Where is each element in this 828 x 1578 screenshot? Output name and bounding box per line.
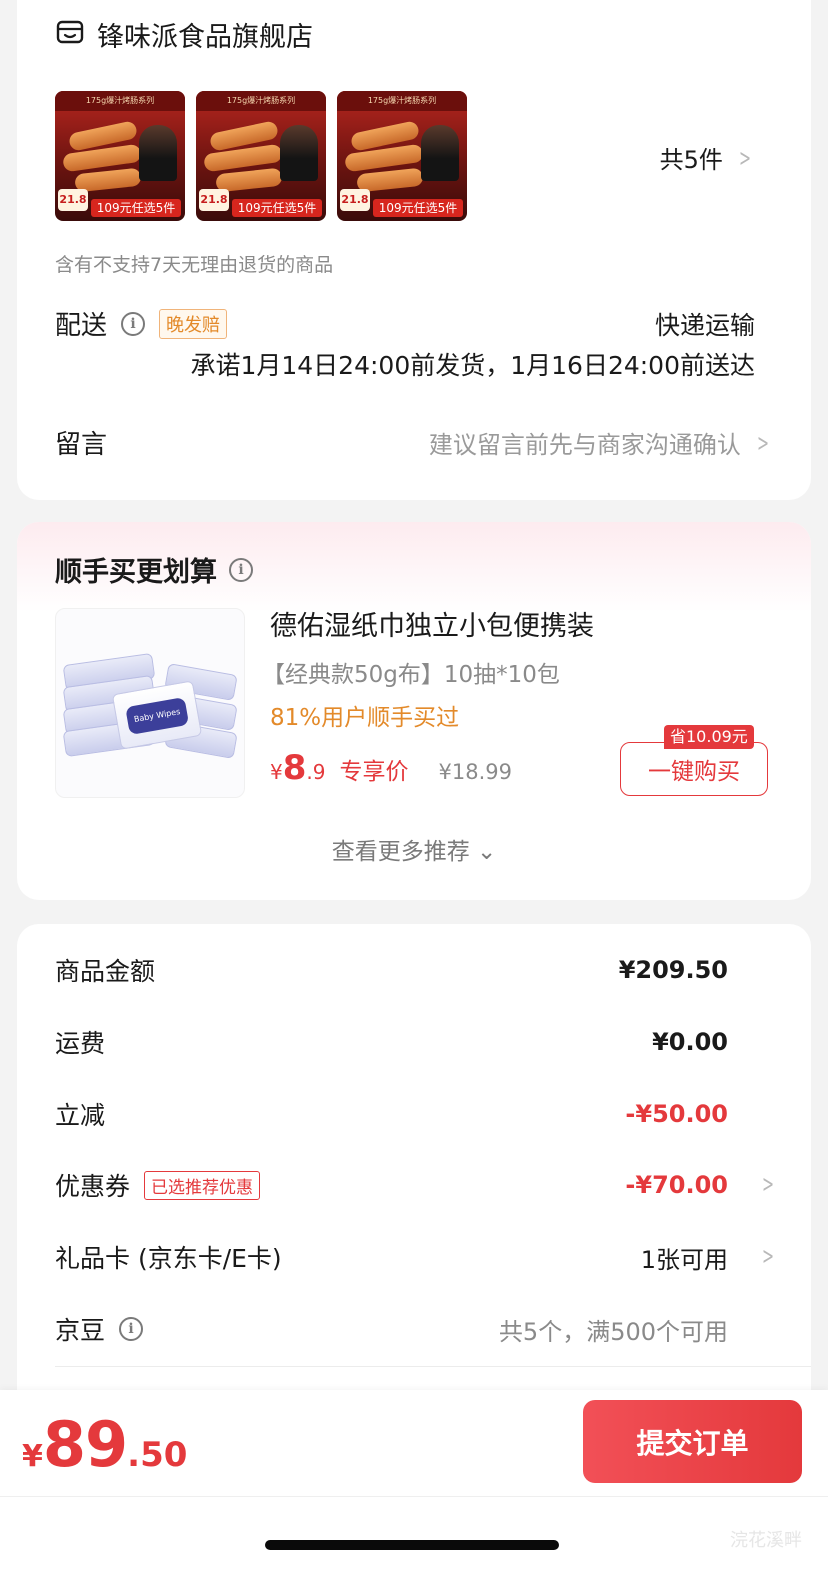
discount-row: 立减 -¥50.00 (55, 1094, 728, 1134)
jingdou-label: 京豆 (55, 1316, 106, 1345)
store-icon (55, 17, 85, 51)
store-header[interactable]: 锋味派食品旗舰店 (55, 14, 313, 54)
chef-image (139, 125, 177, 181)
recommend-item-popularity: 81%用户顺手买过 (270, 705, 460, 731)
store-name: 锋味派食品旗舰店 (97, 21, 313, 53)
coupon-value: -¥70.00 (625, 1171, 728, 1199)
thumb-price: 21.8 (199, 189, 229, 211)
one-click-buy-button[interactable]: 一键购买 (620, 742, 768, 796)
thumb-price: 21.8 (340, 189, 370, 211)
more-recommendations-link[interactable]: 查看更多推荐 ⌄ (0, 832, 828, 866)
total-price: ¥ 89 .50 (22, 1408, 187, 1481)
original-price: ¥18.99 (438, 760, 512, 784)
info-icon[interactable]: i (119, 1317, 144, 1341)
item-count: 共5件 (659, 146, 723, 174)
chevron-right-icon: > (738, 143, 751, 172)
divider (55, 1366, 811, 1367)
total-int: 89 (42, 1408, 128, 1481)
message-field[interactable]: 建议留言前先与商家沟通确认 > (429, 425, 773, 460)
recommend-item-title[interactable]: 德佑湿纸巾独立小包便携装 (270, 604, 594, 643)
item-count-link[interactable]: 共5件 > (660, 140, 755, 175)
price-yen: ¥ (270, 760, 283, 784)
giftcard-value: 1张可用 (640, 1245, 728, 1274)
jingdou-row: 京豆 i 共5个，满500个可用 (55, 1309, 728, 1349)
goods-amount-label: 商品金额 (55, 957, 156, 986)
thumb-price: 21.8 (58, 189, 88, 211)
total-dec: .50 (127, 1435, 188, 1475)
message-placeholder: 建议留言前先与商家沟通确认 (428, 431, 741, 459)
price-int: 8 (282, 748, 307, 788)
coupon-tag: 已选推荐优惠 (144, 1170, 261, 1200)
chef-image (421, 125, 459, 181)
giftcard-label: 礼品卡 (京东卡/E卡) (55, 1244, 282, 1273)
shipping-value: ¥0.00 (652, 1028, 728, 1056)
thumb-banner: 109元任选5件 (91, 199, 181, 217)
chevron-right-icon: > (761, 1242, 774, 1270)
delivery-label: 配送 (55, 311, 108, 341)
chevron-right-icon: > (761, 1170, 774, 1198)
discount-value: -¥50.00 (625, 1100, 728, 1128)
delivery-method[interactable]: 快递运输 (655, 306, 755, 342)
product-thumbnail[interactable]: 175g爆汁烤肠系列 21.8 109元任选5件 (196, 91, 326, 221)
discount-label: 立减 (55, 1101, 106, 1130)
divider (0, 1496, 828, 1497)
recommend-title-text: 顺手买更划算 (55, 557, 217, 588)
late-compensation-tag: 晚发赔 (159, 308, 228, 339)
price-tag: 专享价 (339, 759, 409, 785)
thumb-strip: 175g爆汁烤肠系列 (337, 91, 467, 111)
coupon-label-group: 优惠券 已选推荐优惠 (55, 1167, 261, 1203)
recommend-item-spec: 【经典款50g布】10抽*10包 (262, 662, 560, 688)
delivery-row: 配送 i 晚发赔 (55, 305, 228, 342)
price-dec: .9 (306, 760, 326, 784)
info-icon[interactable]: i (229, 557, 253, 582)
return-notice: 含有不支持7天无理由退货的商品 (55, 254, 334, 276)
giftcard-row[interactable]: 礼品卡 (京东卡/E卡) 1张可用 (55, 1237, 728, 1277)
info-icon[interactable]: i (121, 311, 146, 336)
product-thumbnail[interactable]: 175g爆汁烤肠系列 21.8 109元任选5件 (55, 91, 185, 221)
thumb-strip: 175g爆汁烤肠系列 (55, 91, 185, 111)
recommend-title: 顺手买更划算 i (55, 550, 253, 589)
thumb-strip: 175g爆汁烤肠系列 (196, 91, 326, 111)
recommend-product-image[interactable]: Baby Wipes (55, 608, 245, 798)
product-thumbnail[interactable]: 175g爆汁烤肠系列 21.8 109元任选5件 (337, 91, 467, 221)
goods-amount-value: ¥209.50 (618, 956, 728, 984)
home-indicator[interactable] (265, 1540, 559, 1550)
save-badge: 省10.09元 (664, 725, 754, 749)
chevron-right-icon: > (756, 428, 769, 457)
jingdou-value: 共5个，满500个可用 (498, 1317, 728, 1346)
coupon-label: 优惠券 (55, 1172, 131, 1201)
brand-logo: Baby Wipes (125, 696, 190, 735)
coupon-row[interactable]: 优惠券 已选推荐优惠 -¥70.00 (55, 1165, 728, 1205)
goods-amount-row: 商品金额 ¥209.50 (55, 950, 728, 990)
jingdou-label-group: 京豆 i (55, 1311, 144, 1347)
message-label: 留言 (55, 430, 108, 460)
shipping-label: 运费 (55, 1029, 106, 1058)
recommend-price: ¥ 8 .9 专享价 ¥18.99 (270, 748, 512, 788)
chef-image (280, 125, 318, 181)
thumb-banner: 109元任选5件 (373, 199, 463, 217)
shipping-row: 运费 ¥0.00 (55, 1022, 728, 1062)
thumb-banner: 109元任选5件 (232, 199, 322, 217)
submit-order-button[interactable]: 提交订单 (583, 1400, 802, 1483)
delivery-promise: 承诺1月14日24:00前发货，1月16日24:00前送达 (190, 351, 755, 380)
total-yen: ¥ (22, 1439, 43, 1474)
watermark: 浣花溪畔 (730, 1530, 802, 1551)
